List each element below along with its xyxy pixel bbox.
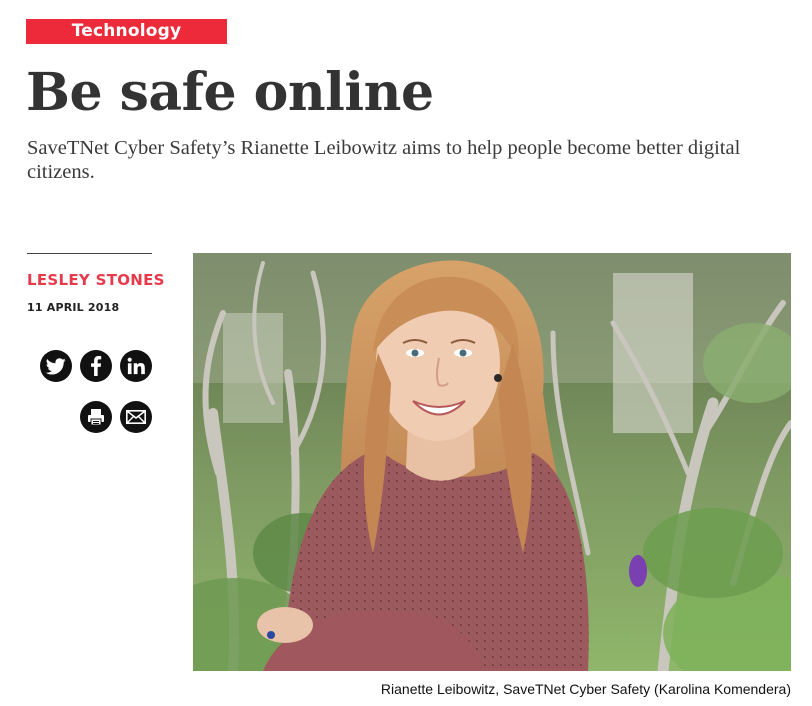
byline-divider xyxy=(27,253,152,254)
twitter-share-button[interactable] xyxy=(40,350,72,382)
category-tag[interactable]: Technology xyxy=(26,19,227,44)
article-standfirst: SaveTNet Cyber Safety’s Rianette Leibowi… xyxy=(27,137,741,183)
print-icon xyxy=(86,407,106,427)
page-title: Be safe online xyxy=(26,62,434,123)
publish-date: 11 APRIL 2018 xyxy=(27,301,120,314)
print-button[interactable] xyxy=(80,401,112,433)
article-photo xyxy=(193,253,791,671)
linkedin-icon xyxy=(127,357,145,375)
author-link[interactable]: LESLEY STONES xyxy=(27,271,165,289)
linkedin-share-button[interactable] xyxy=(120,350,152,382)
mail-icon xyxy=(126,410,146,424)
facebook-icon xyxy=(90,356,102,376)
email-share-button[interactable] xyxy=(120,401,152,433)
facebook-share-button[interactable] xyxy=(80,350,112,382)
photo-caption: Rianette Leibowitz, SaveTNet Cyber Safet… xyxy=(380,681,791,697)
twitter-icon xyxy=(46,357,66,375)
